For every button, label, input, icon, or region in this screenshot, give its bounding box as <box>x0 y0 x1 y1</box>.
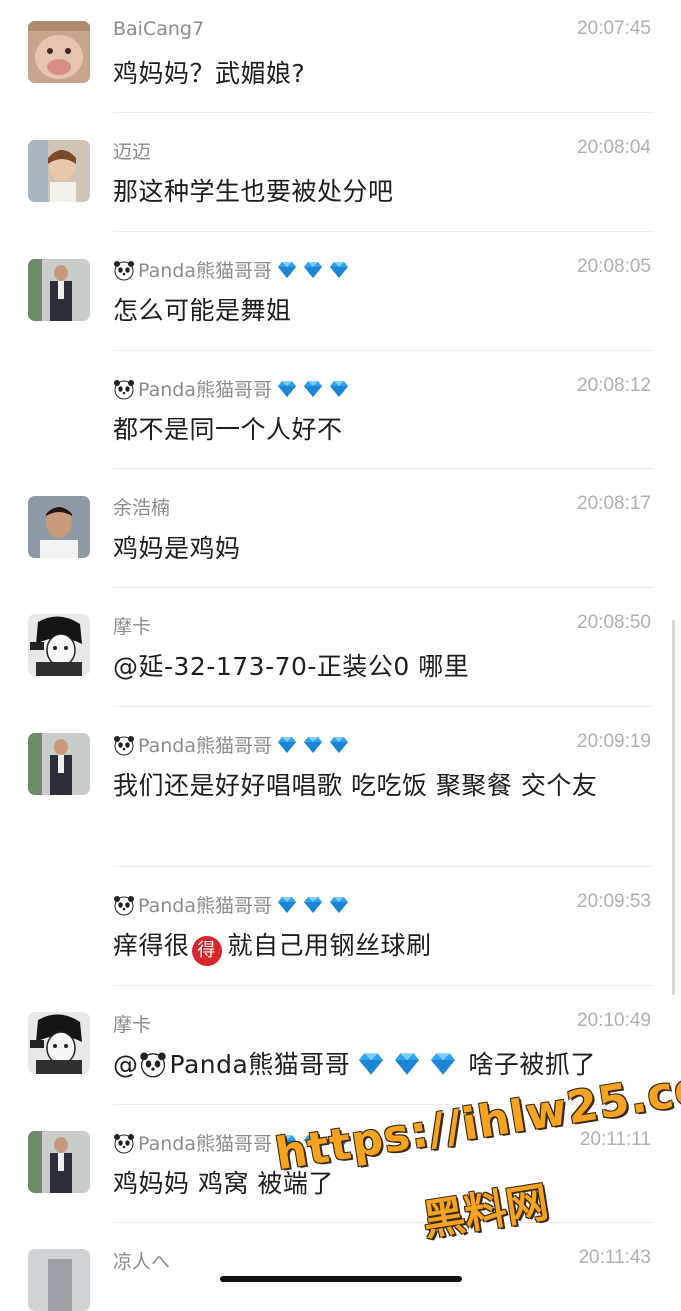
scrollbar[interactable] <box>672 620 675 995</box>
chat-message-list: BaiCang7 20:07:45 鸡妈妈？武媚娘? 迈迈 20:08:04 那… <box>0 0 681 1311</box>
mention-at: @ <box>113 1050 139 1079</box>
message-time: 20:08:17 <box>577 493 651 514</box>
anime-avatar[interactable] <box>28 1012 90 1074</box>
sender-name: Panda熊猫哥哥 <box>113 891 350 918</box>
sender-name-text: Panda熊猫哥哥 <box>138 260 272 282</box>
diamond-icon <box>392 1052 422 1076</box>
sender-name: 迈迈 <box>113 141 152 163</box>
sender-name-text: Panda熊猫哥哥 <box>138 1133 272 1155</box>
mention-link[interactable]: Panda熊猫哥哥 <box>170 1050 351 1079</box>
message-time: 20:07:45 <box>577 18 651 39</box>
de-badge-icon: 得 <box>191 936 222 966</box>
message-time: 20:09:19 <box>577 731 651 752</box>
message-text: 我们还是好好唱唱歌 吃吃饭 聚聚餐 交个友 <box>113 771 598 800</box>
divider <box>113 112 653 113</box>
sender-name: Panda熊猫哥哥 <box>113 731 350 758</box>
divider <box>113 706 653 707</box>
message-text: @延-32-173-70-正装公0 哪里 <box>113 652 470 681</box>
diamond-icon <box>276 736 298 754</box>
diamond-icon <box>276 380 298 398</box>
panda-emoji-icon <box>113 378 135 400</box>
diamond-icon <box>302 736 324 754</box>
panda-emoji-icon <box>113 1132 135 1154</box>
diamond-icon <box>328 380 350 398</box>
anime-avatar[interactable] <box>28 614 90 676</box>
diamond-icon <box>328 736 350 754</box>
monkey-avatar[interactable] <box>28 21 90 83</box>
divider <box>113 587 653 588</box>
message-time: 20:11:43 <box>578 1247 651 1268</box>
message-text: 鸡妈是鸡妈 <box>113 534 241 563</box>
message-text: 都不是同一个人好不 <box>113 415 343 444</box>
partial-avatar[interactable] <box>28 1249 90 1311</box>
diamond-icon <box>328 261 350 279</box>
divider <box>113 350 653 351</box>
sender-name: 余浩楠 <box>113 497 171 519</box>
message-time: 20:11:11 <box>579 1129 651 1150</box>
message-time: 20:08:50 <box>577 612 651 633</box>
message-text: 鸡妈妈？武媚娘? <box>113 59 306 88</box>
message-text: 怎么可能是舞姐 <box>113 296 292 325</box>
message-time: 20:08:12 <box>577 375 651 396</box>
message-time: 20:08:05 <box>577 256 651 277</box>
sender-name: 摩卡 <box>113 1014 152 1036</box>
man-portrait-avatar[interactable] <box>28 496 90 558</box>
man-suit-avatar[interactable] <box>28 733 90 795</box>
sender-name: 凉人へ <box>113 1251 171 1273</box>
message-text: 痒得很得就自己用钢丝球刷 <box>113 926 432 966</box>
diamond-icon <box>356 1052 386 1076</box>
panda-emoji-icon <box>113 734 135 756</box>
diamond-icon <box>428 1052 458 1076</box>
panda-emoji-icon <box>113 259 135 281</box>
diamond-icon <box>276 261 298 279</box>
sender-name: Panda熊猫哥哥 <box>113 375 350 402</box>
divider <box>113 231 653 232</box>
sender-name-text: Panda熊猫哥哥 <box>138 735 272 757</box>
message-text-part: 痒得很 <box>113 931 190 960</box>
divider <box>113 866 653 867</box>
divider <box>113 1222 653 1223</box>
diamond-icon <box>302 261 324 279</box>
sender-name-text: Panda熊猫哥哥 <box>138 379 272 401</box>
sender-name: Panda熊猫哥哥 <box>113 256 350 283</box>
divider <box>113 468 653 469</box>
divider <box>113 985 653 986</box>
diamond-icon <box>302 380 324 398</box>
message-time: 20:10:49 <box>577 1010 651 1031</box>
diamond-icon <box>276 896 298 914</box>
diamond-icon <box>302 896 324 914</box>
man-suit-avatar[interactable] <box>28 1131 90 1193</box>
person-selfie-avatar[interactable] <box>28 140 90 202</box>
panda-emoji-icon <box>139 1050 167 1078</box>
watermark-label: 黑料网 <box>419 1177 552 1246</box>
message-text: 那这种学生也要被处分吧 <box>113 177 394 206</box>
message-time: 20:09:53 <box>577 891 651 912</box>
message-text: @ Panda熊猫哥哥 啥子被抓了 <box>113 1045 596 1081</box>
panda-emoji-icon <box>113 894 135 916</box>
man-suit-avatar[interactable] <box>28 259 90 321</box>
sender-name: BaiCang7 <box>113 18 205 40</box>
diamond-icon <box>328 896 350 914</box>
message-text-part: 就自己用钢丝球刷 <box>227 931 432 960</box>
sender-name: 摩卡 <box>113 616 152 638</box>
message-text-part: 啥子被抓了 <box>468 1050 596 1079</box>
message-time: 20:08:04 <box>577 137 651 158</box>
sender-name-text: Panda熊猫哥哥 <box>138 895 272 917</box>
home-indicator[interactable] <box>220 1276 462 1282</box>
